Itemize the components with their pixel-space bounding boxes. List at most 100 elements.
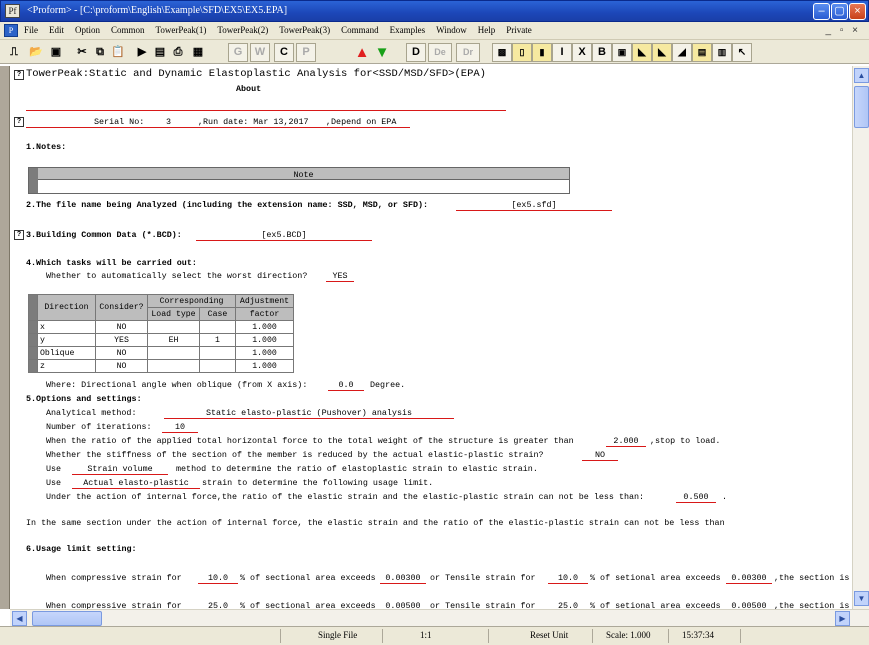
menu-help[interactable]: Help xyxy=(478,25,496,35)
usage-1-tensile-pct[interactable]: 10.0 xyxy=(548,573,588,584)
file-name-field[interactable]: [ex5.sfd] xyxy=(456,200,612,211)
run-icon[interactable]: ▶ xyxy=(132,43,152,62)
document-area[interactable]: ? TowerPeak:Static and Dynamic Elastopla… xyxy=(10,66,852,609)
menu-option[interactable]: Option xyxy=(75,25,100,35)
iterations-field[interactable]: 10 xyxy=(162,422,198,433)
vertical-scrollbar[interactable]: ▲ ▼ xyxy=(852,66,869,609)
cell-case[interactable] xyxy=(199,359,236,373)
cell-case[interactable]: 1 xyxy=(199,333,236,347)
w-button[interactable]: W xyxy=(250,43,270,62)
menu-towerpeak-1[interactable]: TowerPeak(1) xyxy=(156,25,207,35)
cursor-icon[interactable]: ⎍ xyxy=(4,43,24,62)
vertical-scroll-thumb[interactable] xyxy=(854,86,869,128)
help-pointer-icon[interactable]: ↖ xyxy=(732,43,752,62)
cell-case[interactable] xyxy=(199,320,236,334)
cell-consider[interactable]: YES xyxy=(95,333,148,347)
p-button[interactable]: P xyxy=(296,43,316,62)
menu-private[interactable]: Private xyxy=(506,25,532,35)
i-button[interactable]: I xyxy=(552,43,572,62)
usage-1-compress-strain[interactable]: 0.00300 xyxy=(380,573,426,584)
cell-consider[interactable]: NO xyxy=(95,359,148,373)
scroll-left-icon[interactable]: ◀ xyxy=(12,611,27,626)
usage-2-compress-pct[interactable]: 25.0 xyxy=(198,601,238,609)
ratio-field[interactable]: 2.000 xyxy=(606,436,646,447)
method-field[interactable]: Static elasto-plastic (Pushover) analysi… xyxy=(164,408,454,419)
run-list-icon[interactable]: ▤ xyxy=(150,43,170,62)
menu-examples[interactable]: Examples xyxy=(390,25,426,35)
cell-case[interactable] xyxy=(199,346,236,360)
col-corresponding: Corresponding xyxy=(147,294,236,308)
maximize-button[interactable]: ▢ xyxy=(831,3,848,20)
oblique-angle-field[interactable]: 0.0 xyxy=(328,380,364,391)
copy-icon[interactable]: ⧉ xyxy=(90,43,110,62)
usage-1-tensile-strain[interactable]: 0.00300 xyxy=(726,573,772,584)
scroll-down-icon[interactable]: ▼ xyxy=(854,591,869,606)
scroll-up-icon[interactable]: ▲ xyxy=(854,68,869,83)
cell-direction: y xyxy=(37,333,96,347)
g-button[interactable]: G xyxy=(228,43,248,62)
minimize-button[interactable]: – xyxy=(813,3,830,20)
paste-icon[interactable]: 📋 xyxy=(108,43,128,62)
cell-load-type[interactable] xyxy=(147,346,200,360)
menu-edit[interactable]: Edit xyxy=(49,25,64,35)
c-button[interactable]: C xyxy=(274,43,294,62)
stiffness-field[interactable]: NO xyxy=(582,450,618,461)
close-button[interactable]: × xyxy=(849,3,866,20)
b-button[interactable]: B xyxy=(592,43,612,62)
save-icon[interactable]: ▣ xyxy=(46,43,66,62)
use-method-field[interactable]: Strain volume xyxy=(72,464,168,475)
cell-consider[interactable]: NO xyxy=(95,346,148,360)
frame-icon[interactable]: ▣ xyxy=(612,43,632,62)
use-strain-field[interactable]: Actual elasto-plastic xyxy=(72,478,200,489)
page-copy-icon[interactable]: ▮ xyxy=(532,43,552,62)
cut-icon[interactable]: ✂ xyxy=(72,43,92,62)
stair-icon[interactable]: ◢ xyxy=(672,43,692,62)
stack-icon[interactable]: ▤ xyxy=(692,43,712,62)
menu-window[interactable]: Window xyxy=(436,25,467,35)
horizontal-scroll-thumb[interactable] xyxy=(32,611,102,626)
help-icon[interactable]: ? xyxy=(14,117,24,127)
grid-icon[interactable]: ▩ xyxy=(492,43,512,62)
mdi-controls[interactable]: _ ▫ × xyxy=(825,25,861,36)
bcd-field[interactable]: [ex5.BCD] xyxy=(196,230,372,241)
worst-direction-field[interactable]: YES xyxy=(326,271,354,282)
menu-common[interactable]: Common xyxy=(111,25,145,35)
up-arrow-icon[interactable]: ▲ xyxy=(352,43,372,62)
under-action-field[interactable]: 0.500 xyxy=(676,492,716,503)
de-button[interactable]: De xyxy=(428,43,452,62)
x-button[interactable]: X xyxy=(572,43,592,62)
cell-factor[interactable]: 1.000 xyxy=(235,359,294,373)
cell-factor[interactable]: 1.000 xyxy=(235,333,294,347)
menu-towerpeak-2[interactable]: TowerPeak(2) xyxy=(217,25,268,35)
down-arrow-icon[interactable]: ▼ xyxy=(372,43,392,62)
window-icon[interactable]: ▥ xyxy=(712,43,732,62)
usage-2-tensile-strain[interactable]: 0.00500 xyxy=(726,601,772,609)
help-icon[interactable]: ? xyxy=(14,230,24,240)
notes-input[interactable] xyxy=(38,180,569,193)
cell-factor[interactable]: 1.000 xyxy=(235,346,294,360)
usage-2-compress-strain[interactable]: 0.00500 xyxy=(380,601,426,609)
menu-file[interactable]: File xyxy=(24,25,38,35)
scroll-right-icon[interactable]: ▶ xyxy=(835,611,850,626)
step-icon[interactable]: ◣ xyxy=(632,43,652,62)
dr-button[interactable]: Dr xyxy=(456,43,480,62)
cell-consider[interactable]: NO xyxy=(95,320,148,334)
usage-1-compress-pct[interactable]: 10.0 xyxy=(198,573,238,584)
report-icon[interactable]: ▦ xyxy=(188,43,208,62)
cell-factor[interactable]: 1.000 xyxy=(235,320,294,334)
open-folder-icon[interactable]: 📂 xyxy=(26,43,46,62)
cell-load-type[interactable]: EH xyxy=(147,333,200,347)
usage-2-tensile-pct[interactable]: 25.0 xyxy=(548,601,588,609)
usage-1-e: ,the section is xyxy=(774,573,850,583)
horizontal-scrollbar[interactable]: ◀ ▶ xyxy=(10,609,869,626)
menu-command[interactable]: Command xyxy=(341,25,379,35)
page-icon[interactable]: ▯ xyxy=(512,43,532,62)
d-button[interactable]: D xyxy=(406,43,426,62)
cell-load-type[interactable] xyxy=(147,320,200,334)
document-icon[interactable]: P xyxy=(4,24,18,37)
print-icon[interactable]: ⎙ xyxy=(168,43,188,62)
help-icon[interactable]: ? xyxy=(14,70,24,80)
step-alt-icon[interactable]: ◣ xyxy=(652,43,672,62)
menu-towerpeak-3[interactable]: TowerPeak(3) xyxy=(279,25,330,35)
cell-load-type[interactable] xyxy=(147,359,200,373)
